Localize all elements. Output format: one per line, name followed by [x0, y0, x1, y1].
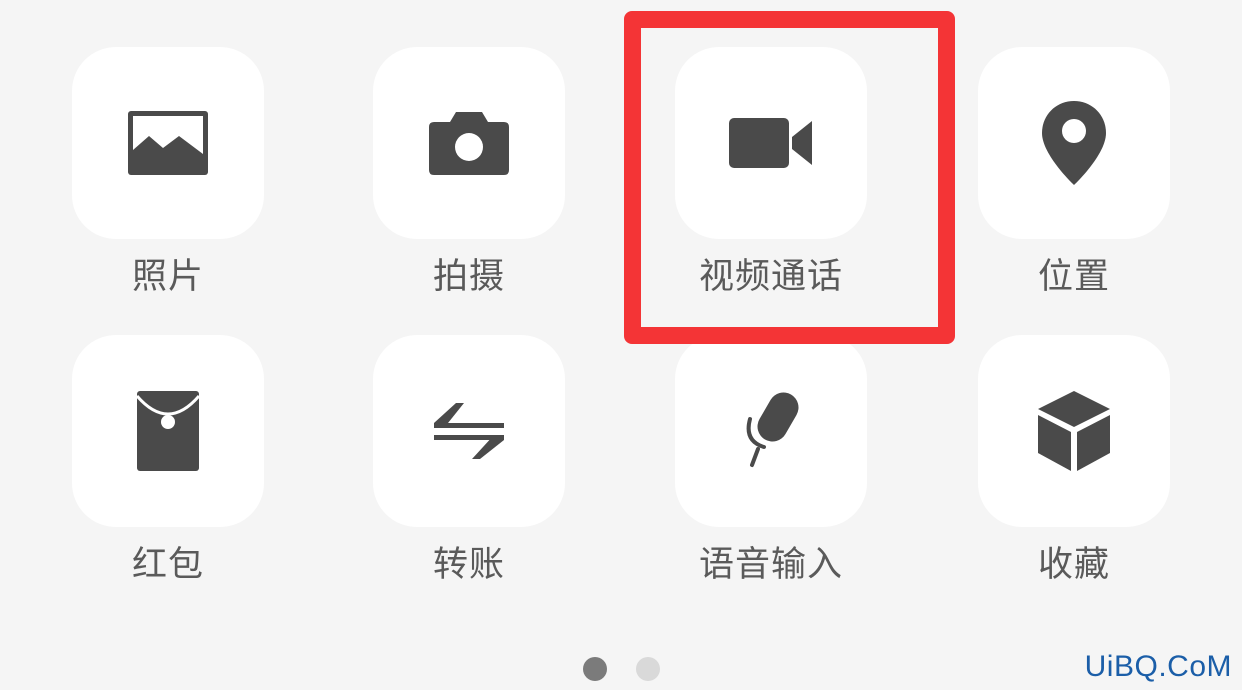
attachment-panel: 照片 拍摄 视频通话 位置 红包 转账 语音输入 收藏: [0, 0, 1242, 690]
photo-tile[interactable]: [72, 47, 264, 239]
red-envelope-option[interactable]: 红包: [72, 335, 264, 605]
red-envelope-icon: [136, 391, 200, 471]
video-call-label: 视频通话: [698, 257, 843, 297]
photo-icon: [128, 111, 208, 175]
transfer-arrows-icon: [434, 403, 504, 459]
voice-input-label: 语音输入: [698, 545, 843, 585]
transfer-tile[interactable]: [373, 335, 565, 527]
transfer-option[interactable]: 转账: [373, 335, 565, 605]
voice-input-tile[interactable]: [675, 335, 867, 527]
page-dot-2[interactable]: [636, 657, 660, 681]
page-dot-1[interactable]: [583, 657, 607, 681]
video-camera-icon: [729, 118, 812, 168]
video-call-tile[interactable]: [675, 47, 867, 239]
voice-input-option[interactable]: 语音输入: [675, 335, 867, 605]
location-pin-icon: [1042, 101, 1106, 185]
red-envelope-label: 红包: [131, 545, 204, 585]
red-envelope-tile[interactable]: [72, 335, 264, 527]
favorites-tile[interactable]: [978, 335, 1170, 527]
location-option[interactable]: 位置: [978, 47, 1170, 317]
location-label: 位置: [1037, 257, 1110, 297]
microphone-icon: [746, 392, 799, 467]
camera-option[interactable]: 拍摄: [373, 47, 565, 317]
location-tile[interactable]: [978, 47, 1170, 239]
video-call-option[interactable]: 视频通话: [675, 47, 867, 317]
favorites-label: 收藏: [1037, 545, 1110, 585]
photo-label: 照片: [131, 257, 204, 297]
camera-icon: [429, 112, 509, 175]
camera-tile[interactable]: [373, 47, 565, 239]
watermark: UiBQ.CoM: [1084, 650, 1232, 683]
favorites-option[interactable]: 收藏: [978, 335, 1170, 605]
cube-icon: [1038, 391, 1110, 471]
camera-label: 拍摄: [432, 257, 505, 297]
photo-option[interactable]: 照片: [72, 47, 264, 317]
page-indicator: [583, 657, 660, 681]
transfer-label: 转账: [432, 545, 505, 585]
